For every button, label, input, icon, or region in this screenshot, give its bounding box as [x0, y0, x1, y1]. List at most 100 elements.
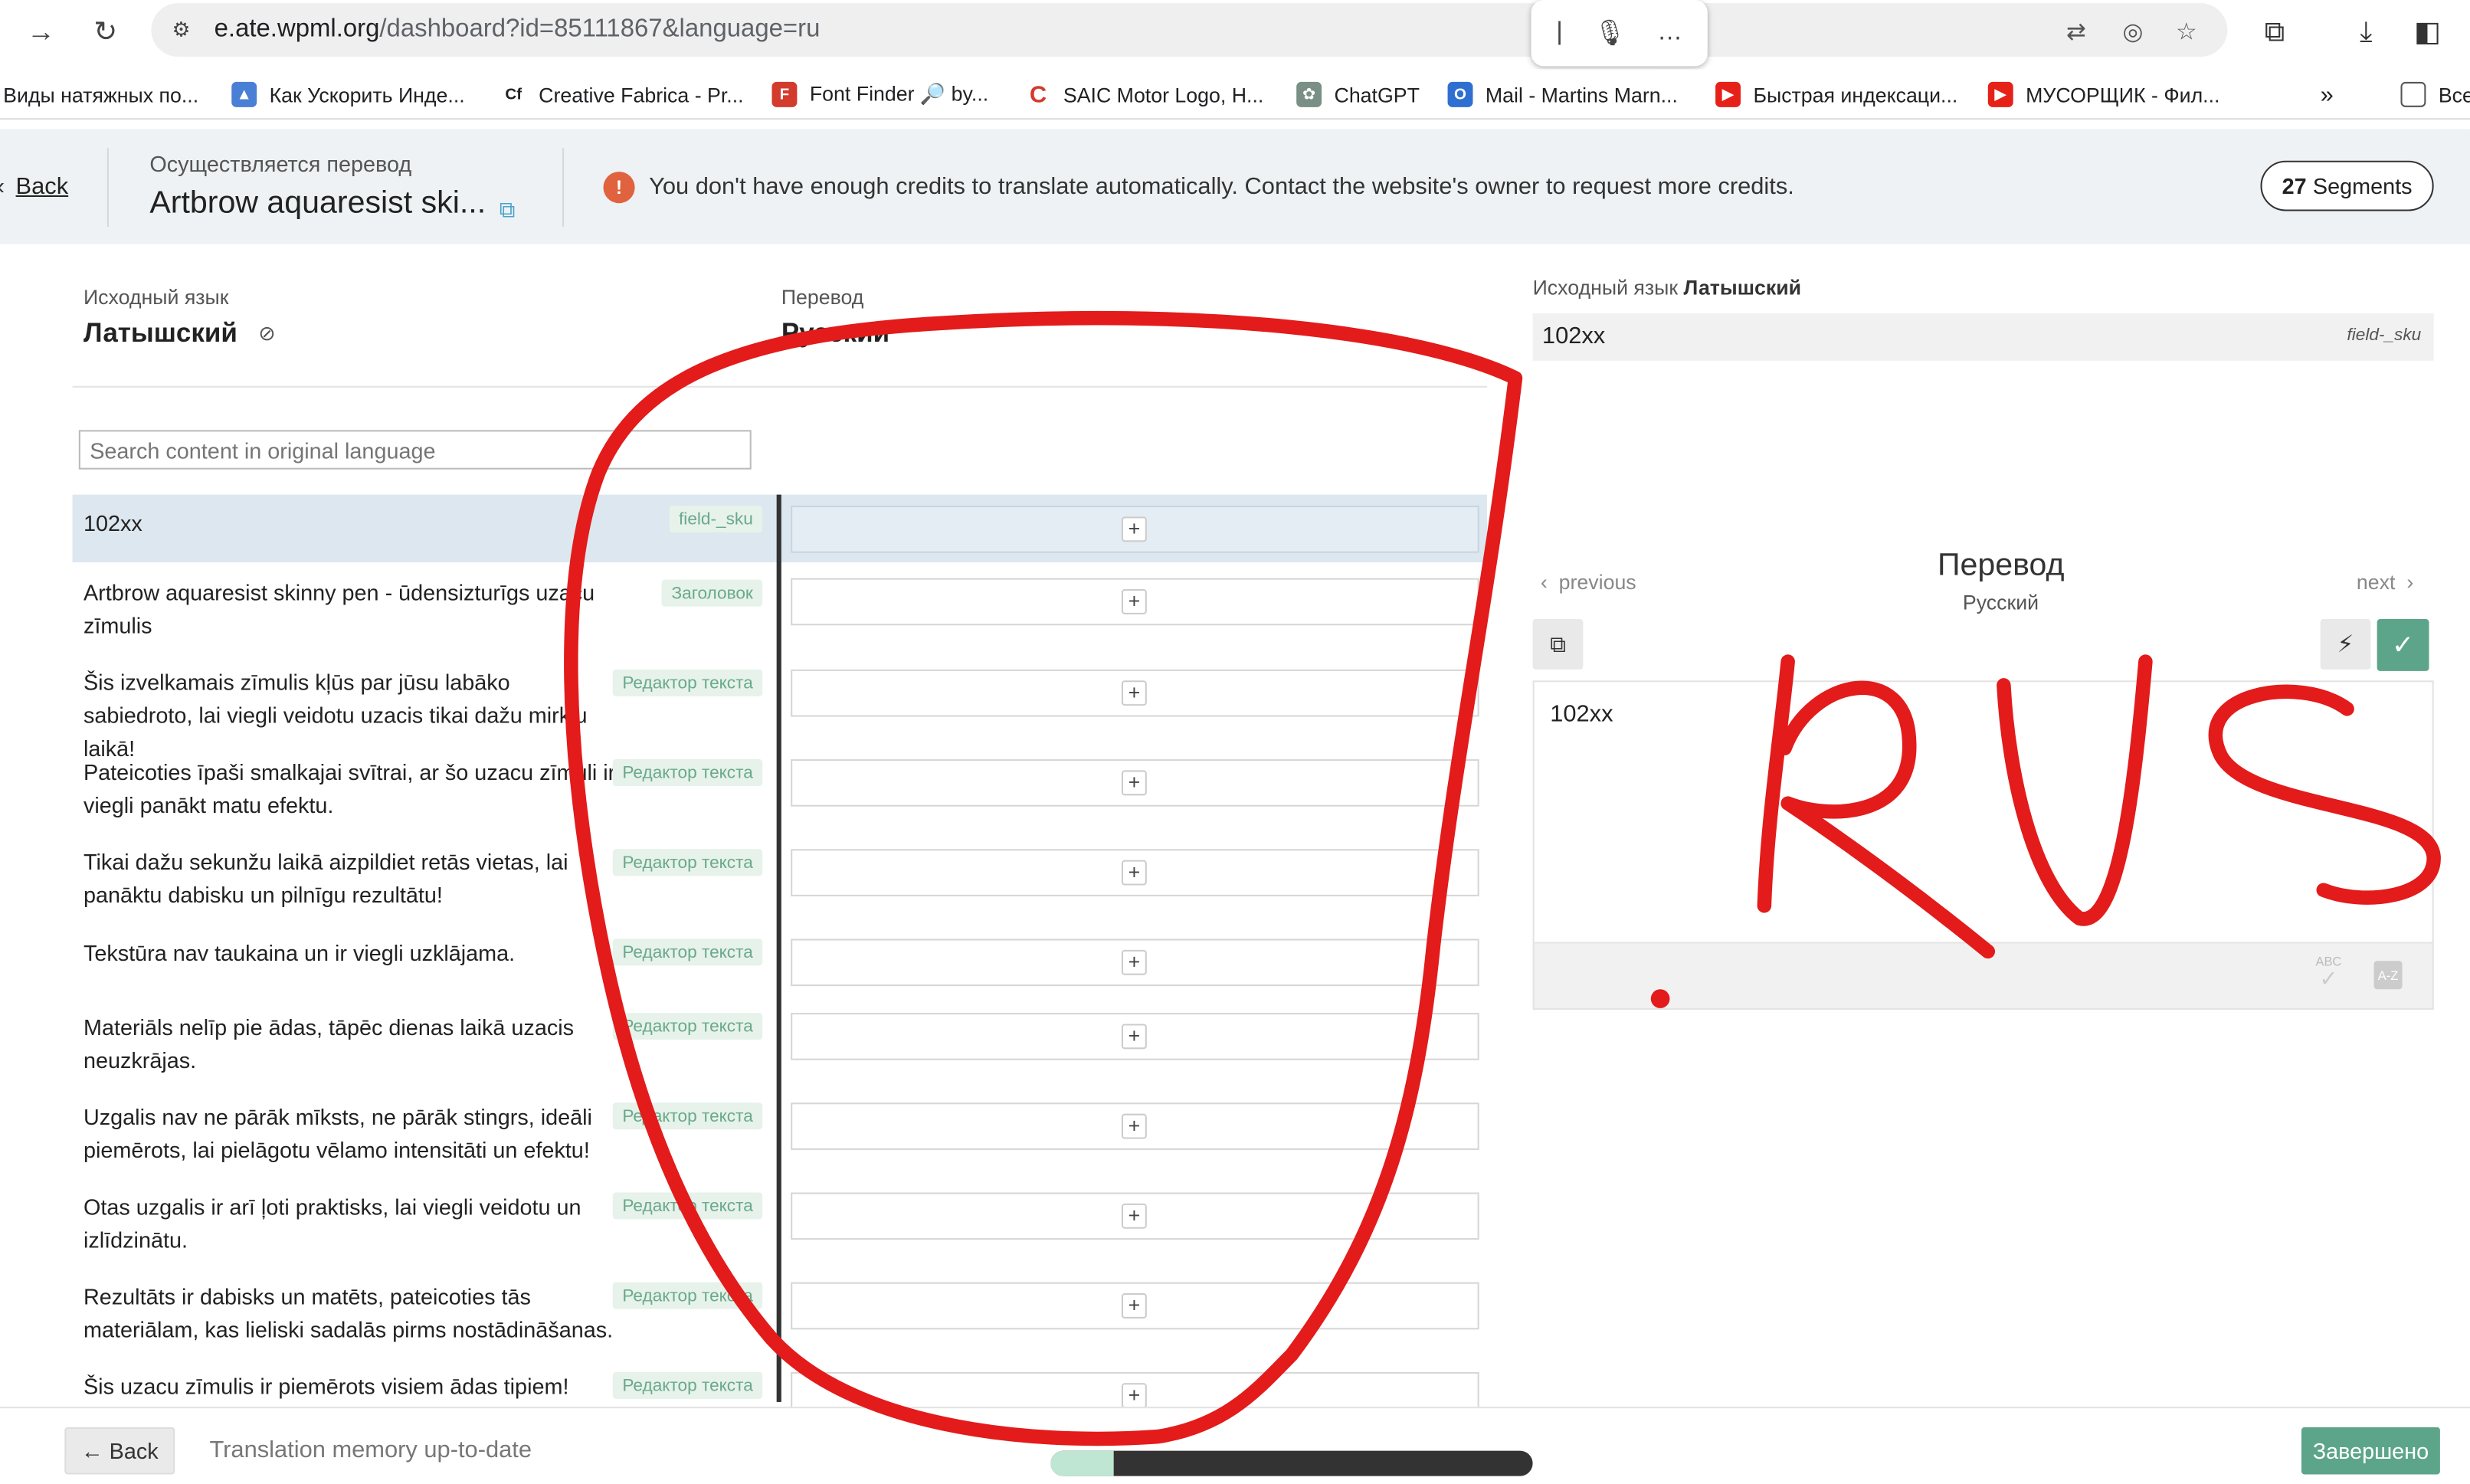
search-input[interactable]	[78, 430, 752, 470]
translation-cell[interactable]: +	[791, 849, 1479, 896]
plus-icon[interactable]: +	[1121, 949, 1147, 975]
translation-cell[interactable]: +	[791, 1013, 1479, 1060]
copy-source-icon[interactable]: ⧉	[1532, 619, 1584, 670]
header-divider	[72, 385, 1487, 388]
external-link-icon[interactable]: ⧉	[500, 197, 516, 224]
bookmarks-overflow-icon[interactable]: »	[2321, 79, 2334, 110]
translation-cell[interactable]: +	[791, 506, 1479, 553]
segments-button[interactable]: 27 Segments	[2260, 160, 2434, 211]
source-text: 102xx	[83, 510, 142, 536]
site-info-icon[interactable]: ⚙	[164, 12, 198, 47]
source-text: Tekstūra nav taukaina un ir viegli uzklā…	[83, 940, 516, 966]
plus-icon[interactable]: +	[1121, 1113, 1147, 1139]
plus-icon[interactable]: +	[1121, 1203, 1147, 1229]
source-language-name: Латышский	[83, 318, 238, 349]
url-text[interactable]: e.ate.wpml.org/dashboard?id=85111867&lan…	[215, 16, 821, 44]
segment-tag: Редактор текста	[612, 1192, 763, 1220]
bookmark-star-icon[interactable]: ☆	[2170, 16, 2202, 48]
translation-cell[interactable]: +	[791, 759, 1479, 807]
segment-tag: Редактор текста	[612, 1371, 763, 1399]
footer-back-button[interactable]: ← Back	[64, 1427, 175, 1475]
eye-slash-icon[interactable]: ⊘	[258, 321, 275, 346]
extensions-icon[interactable]: ⧉	[2255, 12, 2293, 50]
panel-language: Русский	[1962, 591, 2039, 614]
translation-cell[interactable]: +	[791, 939, 1479, 987]
translation-cell[interactable]: +	[791, 1282, 1479, 1330]
bookmark-item[interactable]: ▶ Быстрая индексаци...	[1715, 79, 1957, 110]
translation-editor[interactable]: 102xx	[1532, 680, 2434, 944]
bookmark-favicon-icon: C	[1025, 81, 1051, 108]
source-language-caption: Исходный язык	[83, 285, 229, 309]
more-dots-icon[interactable]: …	[1657, 19, 1682, 48]
side-panel-icon[interactable]: ◧	[2409, 12, 2446, 50]
chevron-left-icon: ‹	[0, 173, 5, 200]
segment-tag: Редактор текста	[612, 849, 763, 876]
voice-popup: | 🎙 …	[1531, 0, 1708, 67]
plus-icon[interactable]: +	[1121, 588, 1147, 614]
panel-source-value: 102xx	[1541, 323, 1606, 350]
source-text: Rezultāts ir dabisks un matēts, pateicot…	[83, 1283, 614, 1342]
source-text: Uzgalis nav ne pārāk mīksts, ne pārāk st…	[83, 1104, 592, 1163]
plus-icon[interactable]: +	[1121, 1293, 1147, 1319]
bolt-icon[interactable]: ⚡	[2320, 619, 2371, 670]
progress-fill	[1050, 1450, 1114, 1476]
back-link[interactable]: Back	[16, 173, 69, 200]
divider	[562, 148, 565, 228]
download-icon[interactable]: ⤓	[2347, 12, 2385, 50]
microphone-icon[interactable]: 🎙	[1594, 18, 1626, 49]
screenshot-stage: → ↻ ⚙ e.ate.wpml.org/dashboard?id=851118…	[0, 0, 2470, 1484]
check-icon[interactable]: ✓	[2377, 619, 2429, 671]
previous-button[interactable]: ‹ previous	[1541, 570, 1636, 594]
bookmark-item[interactable]: F Font Finder 🔎 by...	[771, 79, 988, 110]
column-divider	[776, 494, 781, 1402]
bookmark-item[interactable]: Виды натяжных по...	[3, 79, 198, 110]
bookmark-folder[interactable]: Все	[2400, 79, 2470, 110]
browser-toolbar: → ↻ ⚙ e.ate.wpml.org/dashboard?id=851118…	[0, 0, 2470, 67]
panel-source-box: 102xx field-_sku	[1532, 313, 2434, 361]
bookmark-item[interactable]: Cf Creative Fabrica - Pr...	[500, 79, 744, 110]
translation-cell[interactable]: +	[791, 1192, 1479, 1240]
plus-icon[interactable]: +	[1121, 516, 1147, 542]
footer: ← Back Translation memory up-to-date Зав…	[0, 1407, 2470, 1484]
plus-icon[interactable]: +	[1121, 1024, 1147, 1050]
next-button[interactable]: next ›	[2357, 570, 2413, 594]
complete-button[interactable]: Завершено	[2301, 1427, 2440, 1475]
segment-tag: Заголовок	[662, 579, 763, 607]
bookmark-favicon-icon: ▲	[231, 81, 257, 107]
translation-memory-status: Translation memory up-to-date	[209, 1436, 532, 1464]
forward-arrow-icon[interactable]: →	[22, 12, 60, 50]
source-text: Šis uzacu zīmulis ir piemērots visiem ād…	[83, 1373, 569, 1399]
eye-off-icon[interactable]: ◎	[2117, 16, 2148, 48]
translation-editor-value[interactable]: 102xx	[1550, 701, 1613, 728]
plus-icon[interactable]: +	[1121, 860, 1147, 886]
warning-icon: !	[603, 172, 635, 204]
bookmark-favicon-icon: F	[771, 81, 798, 107]
translate-page-icon[interactable]: ⇄	[2060, 16, 2092, 48]
plus-icon[interactable]: +	[1121, 770, 1147, 796]
bookmark-item[interactable]: O Mail - Martins Marn...	[1447, 79, 1678, 110]
translation-cell[interactable]: +	[791, 669, 1479, 717]
plus-icon[interactable]: +	[1121, 1383, 1147, 1409]
reload-icon[interactable]: ↻	[87, 12, 124, 50]
target-language-caption: Перевод	[781, 285, 864, 309]
bookmark-item[interactable]: ✿ ChatGPT	[1296, 79, 1420, 110]
segment-tag: field-_sku	[669, 506, 763, 532]
glossary-icon[interactable]: A-Z	[2373, 961, 2403, 990]
chatgpt-icon: ✿	[1296, 81, 1322, 107]
youtube-icon: ▶	[1715, 81, 1741, 107]
bookmark-item[interactable]: C SAIC Motor Logo, H...	[1025, 79, 1263, 110]
segment-tag: Редактор текста	[612, 1282, 763, 1309]
editor-toolbar	[1532, 943, 2434, 1010]
source-text: Artbrow aquaresist skinny pen - ūdensizt…	[83, 579, 595, 638]
source-text: Pateicoties īpaši smalkajai svītrai, ar …	[83, 759, 616, 818]
bookmarks-bar: Виды натяжных по... ▲ Как Ускорить Инде..…	[0, 69, 2470, 120]
translation-cell[interactable]: +	[791, 1102, 1479, 1150]
bookmark-item[interactable]: ▶ МУСОРЩИК - Фил...	[1987, 79, 2219, 110]
progress-bar	[1050, 1450, 1533, 1476]
spellcheck-icon[interactable]: ABC ✓	[2315, 955, 2341, 991]
segment-tag: Редактор текста	[612, 669, 763, 696]
plus-icon[interactable]: +	[1121, 680, 1147, 706]
translation-cell[interactable]: +	[791, 578, 1479, 626]
address-bar[interactable]: ⚙ e.ate.wpml.org/dashboard?id=85111867&l…	[151, 3, 2228, 57]
bookmark-item[interactable]: ▲ Как Ускорить Инде...	[231, 79, 465, 110]
